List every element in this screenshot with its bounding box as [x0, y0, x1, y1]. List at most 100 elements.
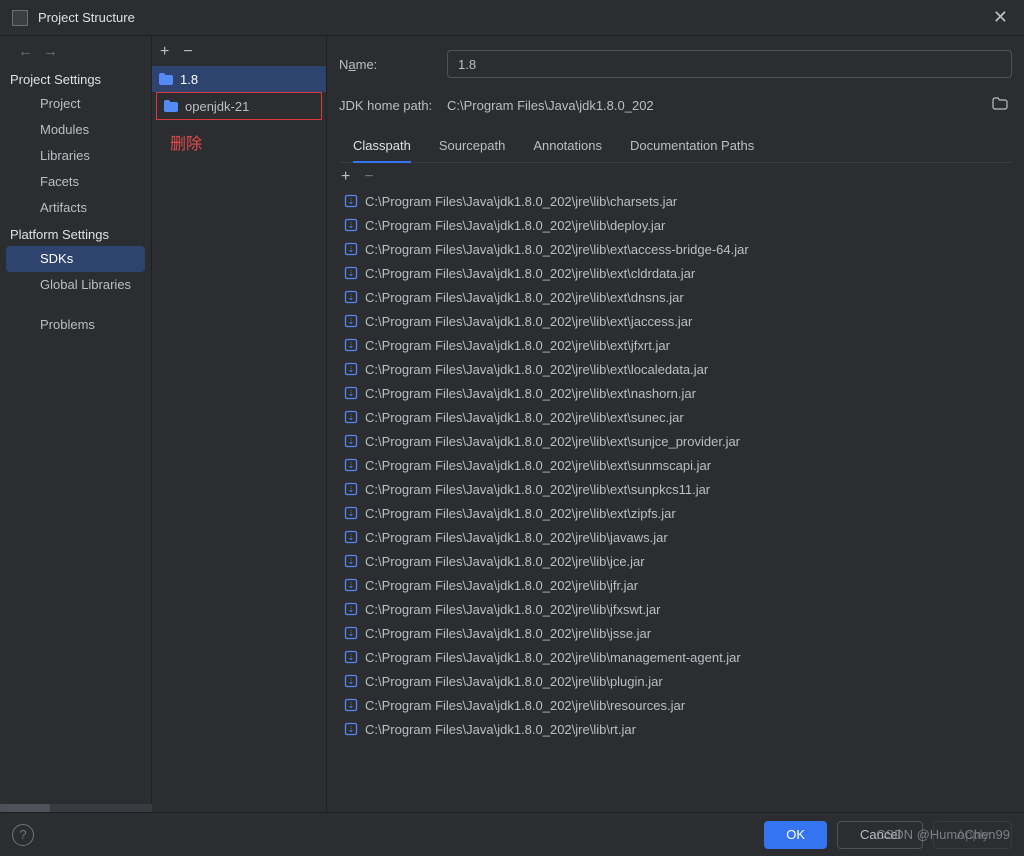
- classpath-row-label: C:\Program Files\Java\jdk1.8.0_202\jre\l…: [365, 218, 665, 233]
- classpath-row-label: C:\Program Files\Java\jdk1.8.0_202\jre\l…: [365, 434, 740, 449]
- sdk-item-1-8[interactable]: 1.8: [152, 66, 326, 92]
- window-title: Project Structure: [38, 10, 989, 25]
- remove-classpath-button[interactable]: −: [364, 169, 373, 185]
- nav-sdks[interactable]: SDKs: [6, 246, 145, 272]
- classpath-row[interactable]: ⇣C:\Program Files\Java\jdk1.8.0_202\jre\…: [339, 645, 1012, 669]
- classpath-row-label: C:\Program Files\Java\jdk1.8.0_202\jre\l…: [365, 530, 668, 545]
- classpath-list[interactable]: ⇣ C:\Program Files\Java\jdk1.8.0_202\jre\…: [339, 189, 1012, 812]
- jar-icon: ⇣: [343, 314, 359, 328]
- sdk-item-openjdk21[interactable]: openjdk-21: [157, 93, 321, 119]
- jar-icon: ⇣: [343, 698, 359, 712]
- tab-documentation[interactable]: Documentation Paths: [630, 132, 754, 162]
- add-classpath-button[interactable]: +: [341, 169, 350, 185]
- classpath-row[interactable]: ⇣ C:\Program Files\Java\jdk1.8.0_202\jre\…: [339, 213, 1012, 237]
- classpath-row-label: C:\Program Files\Java\jdk1.8.0_202\jre\l…: [365, 578, 638, 593]
- classpath-row[interactable]: ⇣ C:\Program Files\Java\jdk1.8.0_202\jre\…: [339, 525, 1012, 549]
- help-button[interactable]: ?: [12, 824, 34, 846]
- nav-scrollbar[interactable]: [0, 804, 152, 812]
- classpath-row[interactable]: ⇣ C:\Program Files\Java\jdk1.8.0_202\jre\…: [339, 549, 1012, 573]
- svg-text:⇣: ⇣: [348, 533, 355, 542]
- classpath-row-label: C:\Program Files\Java\jdk1.8.0_202\jre\l…: [365, 362, 708, 377]
- jar-icon: ⇣: [343, 434, 359, 448]
- svg-text:⇣: ⇣: [348, 389, 355, 398]
- svg-text:⇣: ⇣: [348, 221, 355, 230]
- classpath-row[interactable]: ⇣ C:\Program Files\Java\jdk1.8.0_202\jre\…: [339, 501, 1012, 525]
- classpath-row-label: C:\Program Files\Java\jdk1.8.0_202\jre\l…: [365, 314, 692, 329]
- classpath-row[interactable]: ⇣ C:\Program Files\Java\jdk1.8.0_202\jre\…: [339, 429, 1012, 453]
- tab-classpath[interactable]: Classpath: [353, 132, 411, 163]
- svg-text:⇣: ⇣: [348, 509, 355, 518]
- svg-text:⇣: ⇣: [348, 557, 355, 566]
- jar-icon: ⇣: [343, 674, 359, 688]
- classpath-row-label: C:\Program Files\Java\jdk1.8.0_202\jre\l…: [365, 698, 685, 713]
- svg-text:⇣: ⇣: [348, 581, 355, 590]
- classpath-row[interactable]: ⇣C:\Program Files\Java\jdk1.8.0_202\jre\…: [339, 237, 1012, 261]
- jar-icon: ⇣: [343, 338, 359, 352]
- back-icon[interactable]: ←: [18, 43, 33, 60]
- svg-text:⇣: ⇣: [348, 365, 355, 374]
- nav-sidebar: ← → Project Settings Project Modules Lib…: [0, 36, 152, 812]
- classpath-row[interactable]: ⇣ C:\Program Files\Java\jdk1.8.0_202\jre\…: [339, 477, 1012, 501]
- classpath-row[interactable]: ⇣C:\Program Files\Java\jdk1.8.0_202\jre\…: [339, 261, 1012, 285]
- home-path-row: JDK home path: C:\Program Files\Java\jdk…: [339, 92, 1012, 118]
- nav-problems[interactable]: Problems: [0, 312, 151, 338]
- classpath-row-label: C:\Program Files\Java\jdk1.8.0_202\jre\l…: [365, 338, 670, 353]
- classpath-toolbar: + −: [339, 163, 1012, 189]
- forward-icon[interactable]: →: [43, 43, 58, 60]
- jar-icon: ⇣: [343, 362, 359, 376]
- classpath-row[interactable]: ⇣C:\Program Files\Java\jdk1.8.0_202\jre\…: [339, 621, 1012, 645]
- nav-history: ← →: [0, 36, 151, 66]
- nav-artifacts[interactable]: Artifacts: [0, 195, 151, 221]
- svg-text:⇣: ⇣: [348, 269, 355, 278]
- project-settings-header: Project Settings: [0, 66, 151, 91]
- classpath-row-label: C:\Program Files\Java\jdk1.8.0_202\jre\l…: [365, 482, 710, 497]
- classpath-row[interactable]: ⇣C:\Program Files\Java\jdk1.8.0_202\jre\…: [339, 381, 1012, 405]
- name-input[interactable]: [447, 50, 1012, 78]
- classpath-row-label: C:\Program Files\Java\jdk1.8.0_202\jre\l…: [365, 554, 645, 569]
- jar-icon: ⇣: [343, 242, 359, 256]
- sdk-list-toolbar: + −: [152, 38, 326, 66]
- sdk-item-label: openjdk-21: [185, 99, 249, 114]
- classpath-row[interactable]: ⇣C:\Program Files\Java\jdk1.8.0_202\jre\…: [339, 453, 1012, 477]
- classpath-row[interactable]: ⇣ C:\Program Files\Java\jdk1.8.0_202\jre\…: [339, 189, 1012, 213]
- tab-annotations[interactable]: Annotations: [533, 132, 602, 162]
- nav-project[interactable]: Project: [0, 91, 151, 117]
- svg-text:⇣: ⇣: [348, 485, 355, 494]
- browse-folder-icon[interactable]: [992, 97, 1008, 113]
- close-icon[interactable]: ✕: [989, 7, 1012, 28]
- classpath-row-label: C:\Program Files\Java\jdk1.8.0_202\jre\l…: [365, 506, 676, 521]
- classpath-row[interactable]: ⇣ C:\Program Files\Java\jdk1.8.0_202\jre\…: [339, 573, 1012, 597]
- classpath-row[interactable]: ⇣C:\Program Files\Java\jdk1.8.0_202\jre\…: [339, 285, 1012, 309]
- nav-libraries[interactable]: Libraries: [0, 143, 151, 169]
- svg-text:⇣: ⇣: [348, 701, 355, 710]
- jar-icon: ⇣: [343, 290, 359, 304]
- classpath-row[interactable]: ⇣C:\Program Files\Java\jdk1.8.0_202\jre\…: [339, 669, 1012, 693]
- add-sdk-button[interactable]: +: [160, 44, 169, 60]
- classpath-row[interactable]: ⇣ C:\Program Files\Java\jdk1.8.0_202\jre\…: [339, 357, 1012, 381]
- classpath-row-label: C:\Program Files\Java\jdk1.8.0_202\jre\l…: [365, 626, 651, 641]
- dialog-footer: ? OK Cancel Apply: [0, 812, 1024, 856]
- classpath-row[interactable]: ⇣ C:\Program Files\Java\jdk1.8.0_202\jre\…: [339, 693, 1012, 717]
- classpath-row[interactable]: ⇣ C:\Program Files\Java\jdk1.8.0_202\jre\…: [339, 405, 1012, 429]
- nav-global-libraries[interactable]: Global Libraries: [0, 272, 151, 298]
- classpath-row[interactable]: ⇣ C:\Program Files\Java\jdk1.8.0_202\jre\…: [339, 309, 1012, 333]
- svg-text:⇣: ⇣: [348, 317, 355, 326]
- svg-text:⇣: ⇣: [348, 197, 355, 206]
- home-path-value: C:\Program Files\Java\jdk1.8.0_202: [447, 92, 1012, 118]
- classpath-row-label: C:\Program Files\Java\jdk1.8.0_202\jre\l…: [365, 194, 677, 209]
- classpath-row[interactable]: ⇣C:\Program Files\Java\jdk1.8.0_202\jre\…: [339, 597, 1012, 621]
- remove-sdk-button[interactable]: −: [183, 44, 192, 60]
- svg-text:⇣: ⇣: [348, 677, 355, 686]
- watermark: CSDN @HumoChen99: [876, 827, 1010, 842]
- classpath-row[interactable]: ⇣ C:\Program Files\Java\jdk1.8.0_202\jre\…: [339, 333, 1012, 357]
- nav-facets[interactable]: Facets: [0, 169, 151, 195]
- classpath-row[interactable]: ⇣C:\Program Files\Java\jdk1.8.0_202\jre\…: [339, 717, 1012, 741]
- nav-modules[interactable]: Modules: [0, 117, 151, 143]
- svg-text:⇣: ⇣: [348, 413, 355, 422]
- platform-settings-header: Platform Settings: [0, 221, 151, 246]
- svg-text:⇣: ⇣: [348, 461, 355, 470]
- tab-sourcepath[interactable]: Sourcepath: [439, 132, 506, 162]
- titlebar: Project Structure ✕: [0, 0, 1024, 36]
- classpath-row-label: C:\Program Files\Java\jdk1.8.0_202\jre\l…: [365, 410, 684, 425]
- ok-button[interactable]: OK: [764, 821, 827, 849]
